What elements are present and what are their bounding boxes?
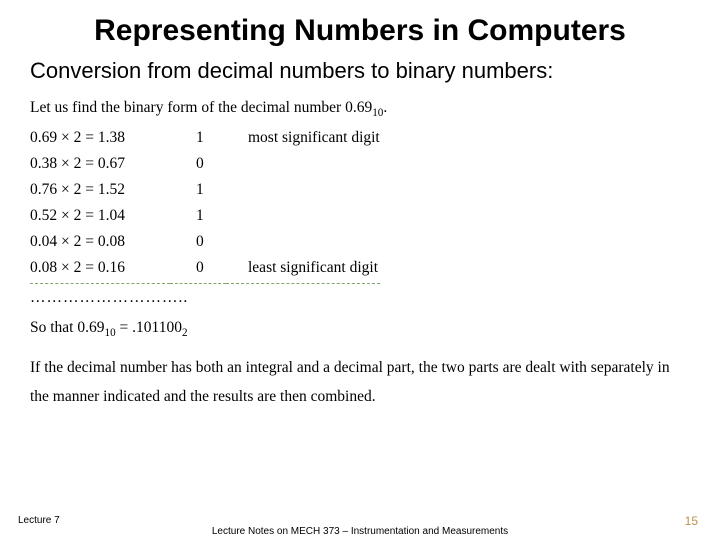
step-note	[226, 178, 380, 204]
result-mid: = .101100	[116, 319, 182, 336]
ellipsis-line: ………………………..	[30, 286, 692, 310]
step-equation: 0.69 × 2 = 1.38	[30, 126, 170, 152]
intro-subscript: 10	[372, 107, 383, 119]
result-sub1: 10	[105, 327, 116, 339]
step-note: most significant digit	[226, 126, 380, 152]
slide-subtitle: Conversion from decimal numbers to binar…	[30, 58, 692, 84]
page-number: 15	[685, 514, 698, 528]
intro-prefix: Let us find the binary form of the decim…	[30, 99, 372, 116]
slide-title: Representing Numbers in Computers	[28, 14, 692, 48]
step-equation: 0.04 × 2 = 0.08	[30, 230, 170, 256]
step-equation: 0.52 × 2 = 1.04	[30, 204, 170, 230]
step-bit: 1	[170, 204, 226, 230]
table-row: 0.52 × 2 = 1.04 1	[30, 204, 380, 230]
step-equation: 0.38 × 2 = 0.67	[30, 152, 170, 178]
intro-line: Let us find the binary form of the decim…	[30, 96, 692, 120]
result-prefix: So that 0.69	[30, 319, 105, 336]
step-note	[226, 230, 380, 256]
table-row: 0.69 × 2 = 1.38 1 most significant digit	[30, 126, 380, 152]
step-bit: 0	[170, 256, 226, 284]
result-line: So that 0.6910 = .1011002	[30, 316, 692, 340]
step-note	[226, 152, 380, 178]
table-row: 0.38 × 2 = 0.67 0	[30, 152, 380, 178]
result-sub2: 2	[182, 327, 188, 339]
step-note: least significant digit	[226, 256, 380, 284]
step-note	[226, 204, 380, 230]
footer-course-title: Lecture Notes on MECH 373 – Instrumentat…	[0, 526, 720, 537]
combined-note: If the decimal number has both an integr…	[30, 354, 692, 411]
intro-suffix: .	[383, 99, 387, 116]
table-row: 0.04 × 2 = 0.08 0	[30, 230, 380, 256]
step-bit: 0	[170, 152, 226, 178]
step-bit: 1	[170, 126, 226, 152]
conversion-steps-table: 0.69 × 2 = 1.38 1 most significant digit…	[30, 126, 380, 284]
table-row: 0.08 × 2 = 0.16 0 least significant digi…	[30, 256, 380, 284]
step-equation: 0.76 × 2 = 1.52	[30, 178, 170, 204]
step-equation: 0.08 × 2 = 0.16	[30, 256, 170, 284]
step-bit: 1	[170, 178, 226, 204]
footer-lecture-number: Lecture 7	[18, 515, 60, 526]
slide-content: Let us find the binary form of the decim…	[30, 96, 692, 411]
step-bit: 0	[170, 230, 226, 256]
table-row: 0.76 × 2 = 1.52 1	[30, 178, 380, 204]
